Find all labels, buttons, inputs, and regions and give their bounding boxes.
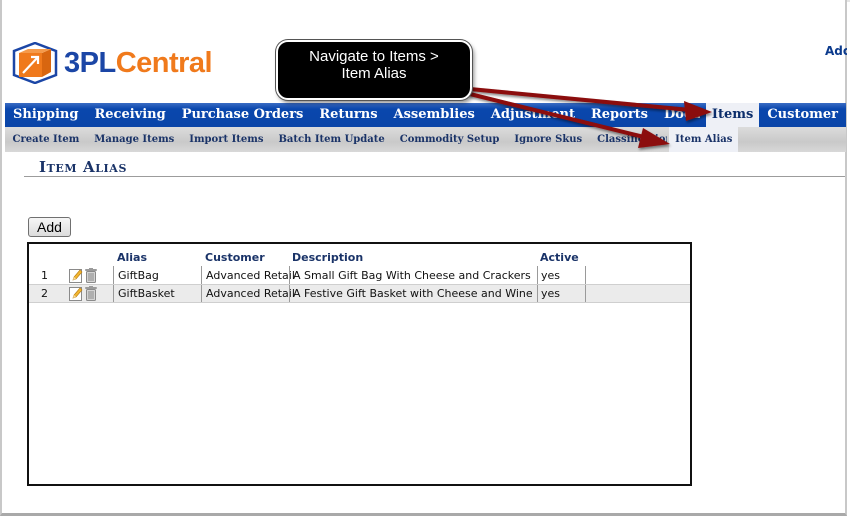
box-logo-icon (12, 42, 58, 84)
callout-line-1: Navigate to Items > (309, 48, 439, 65)
grid-header-row: Alias Customer Description Active (29, 248, 690, 266)
nav-receiving[interactable]: Receiving (86, 103, 173, 127)
subnav-import-items[interactable]: Import Items (182, 127, 271, 152)
brand-name: 3PLCentral (64, 46, 213, 79)
table-row[interactable]: 1 GiftBag Advanced Retail A Small Gift B… (29, 266, 690, 284)
main-nav: Shipping Receiving Purchase Orders Retur… (5, 103, 846, 127)
nav-returns[interactable]: Returns (311, 103, 385, 127)
cell-alias: GiftBag (113, 266, 201, 284)
callout-line-2: Item Alias (341, 65, 407, 82)
table-row[interactable]: 2 GiftBasket Advanced Retail A Festive G… (29, 284, 690, 303)
subnav-item-alias[interactable]: Item Alias (669, 127, 739, 152)
nav-shipping[interactable]: Shipping (5, 103, 86, 127)
column-header-customer[interactable]: Customer (201, 248, 289, 266)
brand-central: Central (115, 46, 213, 79)
cell-customer: Advanced Retail (201, 266, 295, 284)
sub-nav: Create Item Manage Items Import Items Ba… (5, 127, 846, 152)
subnav-batch-item-update[interactable]: Batch Item Update (271, 127, 392, 152)
nav-reports[interactable]: Reports (583, 103, 656, 127)
nav-items[interactable]: Items (705, 103, 760, 127)
cell-active: yes (537, 266, 585, 284)
column-header-alias[interactable]: Alias (113, 248, 201, 266)
nav-purchase-orders[interactable]: Purchase Orders (174, 103, 312, 127)
cell-active: yes (537, 285, 585, 302)
delete-icon[interactable] (84, 286, 98, 301)
annotation-callout: Navigate to Items > Item Alias (276, 40, 472, 100)
nav-adjustment[interactable]: Adjustment (483, 103, 583, 127)
add-button[interactable]: Add (28, 217, 71, 237)
subnav-classifications[interactable]: Classifications (590, 127, 667, 152)
subnav-ignore-skus[interactable]: Ignore Skus (507, 127, 590, 152)
delete-icon[interactable] (84, 267, 98, 283)
title-divider (24, 176, 845, 177)
cell-customer: Advanced Retail (201, 285, 295, 302)
nav-assemblies[interactable]: Assemblies (386, 103, 483, 127)
subnav-create-item[interactable]: Create Item (5, 127, 87, 152)
cell-alias: GiftBasket (113, 285, 201, 302)
column-header-active[interactable]: Active (537, 248, 585, 266)
row-number: 1 (41, 268, 48, 282)
item-alias-grid: Alias Customer Description Active 1 Gift… (27, 242, 692, 486)
nav-documents[interactable]: Documents (656, 103, 700, 127)
brand-3pl: 3PL (64, 46, 116, 79)
top-right-link[interactable]: Adc (825, 44, 847, 58)
cell-description: A Festive Gift Basket with Cheese and Wi… (289, 285, 537, 302)
edit-icon[interactable] (69, 268, 83, 283)
subnav-manage-items[interactable]: Manage Items (87, 127, 182, 152)
row-number: 2 (41, 287, 48, 300)
row-end-divider (585, 285, 586, 302)
row-end-divider (585, 266, 586, 284)
row-actions (69, 266, 115, 284)
column-header-description[interactable]: Description (289, 248, 537, 266)
page-title: Item Alias (39, 158, 127, 176)
nav-customer[interactable]: Customer (759, 103, 846, 127)
subnav-commodity-setup[interactable]: Commodity Setup (392, 127, 507, 152)
logo[interactable]: 3PLCentral (12, 42, 213, 84)
cell-description: A Small Gift Bag With Cheese and Cracker… (289, 266, 537, 284)
row-actions (69, 285, 115, 302)
edit-icon[interactable] (69, 286, 83, 301)
